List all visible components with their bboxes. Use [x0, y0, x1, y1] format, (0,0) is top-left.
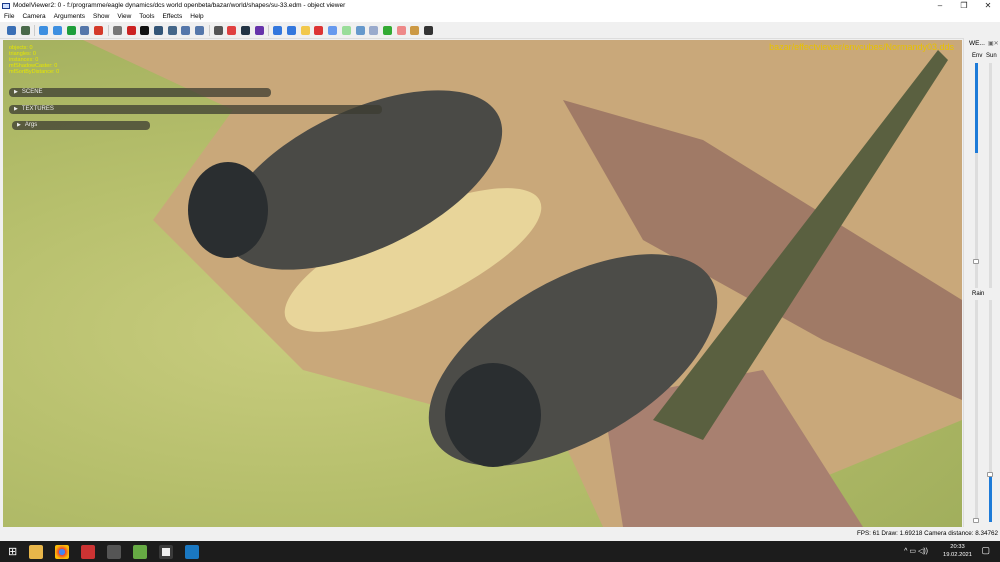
app-icon-dark[interactable]	[107, 544, 122, 559]
rain-slider-thumb[interactable]	[987, 472, 993, 477]
modelviewer-task-icon[interactable]	[159, 544, 174, 559]
menu-view[interactable]: View	[117, 13, 131, 20]
env-slider[interactable]	[975, 63, 978, 288]
crosshair-icon[interactable]	[126, 26, 136, 35]
env-label: Env	[972, 53, 983, 59]
runner-icon[interactable]	[94, 26, 104, 35]
sun-slider[interactable]	[989, 63, 992, 288]
cone-icon[interactable]	[167, 26, 177, 35]
rain-label: Rain	[972, 291, 985, 297]
file-explorer-icon[interactable]	[29, 544, 44, 559]
arrow-right-icon[interactable]	[181, 26, 191, 35]
grid-icon[interactable]	[382, 26, 392, 35]
menu-effects[interactable]: Effects	[162, 13, 182, 20]
target-icon[interactable]	[396, 26, 406, 35]
blue-sphere-icon[interactable]	[328, 26, 338, 35]
rain-slider-fill	[989, 474, 992, 522]
stat-sort-by-distance: mfSortByDistance: 0	[9, 69, 60, 75]
black-square-icon[interactable]	[140, 26, 150, 35]
float-button[interactable]: ▣✕	[988, 40, 999, 47]
cube-icon[interactable]	[314, 26, 324, 35]
funnel-icon[interactable]	[153, 26, 163, 35]
person-icon[interactable]	[410, 26, 420, 35]
rain-slider-left[interactable]	[975, 300, 978, 522]
rgb-icon[interactable]	[227, 26, 237, 35]
dot-icon[interactable]	[287, 26, 297, 35]
rain-slider-left-thumb[interactable]	[973, 518, 979, 523]
panel-title: WE...	[969, 40, 985, 47]
rotate-icon[interactable]	[53, 26, 63, 35]
menu-camera[interactable]: Camera	[22, 13, 45, 20]
arrows-icon[interactable]	[423, 26, 433, 35]
textures-panel[interactable]: ▶ TEXTURES	[9, 105, 382, 114]
clock[interactable]: 20:33 19.02.2021	[943, 543, 972, 559]
toolbar	[0, 23, 1000, 39]
env-slider-fill	[975, 63, 978, 153]
system-tray-icons[interactable]: ^ ▭ ◁))	[904, 547, 928, 555]
save-icon[interactable]	[7, 26, 16, 35]
app-icon	[2, 2, 10, 9]
sun-label: Sun	[986, 53, 997, 59]
clock-date: 19.02.2021	[942, 552, 972, 558]
status-bar: FPS: 61 Draw: 1.69218 Camera distance: 8…	[0, 527, 1000, 541]
minimize-button[interactable]: –	[928, 0, 952, 11]
env-texture-path: bazar/effectviewer/envcubes/Normandy03.d…	[769, 42, 954, 52]
window-title: ModelViewer2: 0 - f:/programme/eagle dyn…	[13, 2, 346, 9]
expand-icon: ▶	[14, 106, 18, 112]
menu-show[interactable]: Show	[93, 13, 109, 20]
mail-icon[interactable]	[81, 544, 96, 559]
toolbar-separator	[268, 25, 270, 36]
bar-chart-icon[interactable]	[273, 26, 283, 35]
env-slider-thumb[interactable]	[973, 259, 979, 264]
arrow-left-icon[interactable]	[194, 26, 204, 35]
panel-label: SCENE	[21, 89, 43, 95]
menu-file[interactable]: File	[4, 13, 14, 20]
green-sphere-icon[interactable]	[341, 26, 351, 35]
nozzle-opening-right	[445, 363, 541, 467]
weather-panel: WE... ▣✕ Env Sun Rain	[963, 38, 1000, 527]
taskbar: ⊞ ^ ▭ ◁)) 20:33 19.02.2021 ▢	[0, 541, 1000, 562]
status-text: FPS: 61 Draw: 1.69218 Camera distance: 8…	[856, 530, 998, 537]
monitor-icon[interactable]	[241, 26, 250, 35]
toolbar-separator	[107, 25, 109, 36]
app-icon-blue[interactable]	[185, 544, 200, 559]
undo-icon[interactable]	[254, 26, 264, 35]
expand-icon: ▶	[14, 89, 18, 95]
panel-label: Args	[24, 122, 38, 128]
chrome-icon[interactable]	[55, 544, 70, 559]
tree-icon[interactable]	[355, 26, 365, 35]
clock-time: 20:33	[950, 544, 965, 550]
toolbar-separator	[34, 25, 36, 36]
app-icon-green[interactable]	[133, 544, 148, 559]
portrait-icon[interactable]	[213, 26, 223, 35]
3d-viewport[interactable]: objects: 0 triangles: 0 instances: 0 mfS…	[3, 40, 962, 527]
refresh-icon[interactable]	[66, 26, 76, 35]
maximize-button[interactable]: ❐	[952, 0, 976, 11]
image-icon[interactable]	[80, 26, 90, 35]
expand-icon: ▶	[17, 122, 21, 128]
folder-icon[interactable]	[300, 26, 310, 35]
bug-icon[interactable]	[112, 26, 122, 35]
close-button[interactable]: ✕	[976, 0, 1000, 11]
menu-tools[interactable]: Tools	[139, 13, 154, 20]
scene-panel[interactable]: ▶ SCENE	[9, 88, 271, 97]
panel-label: TEXTURES	[21, 106, 54, 112]
menu-help[interactable]: Help	[190, 13, 203, 20]
notification-icon[interactable]: ▢	[981, 545, 990, 556]
list-icon[interactable]	[369, 26, 379, 35]
nozzle-opening-left	[188, 162, 268, 258]
menu-arguments[interactable]: Arguments	[54, 13, 85, 20]
args-panel[interactable]: ▶ Args	[12, 121, 150, 130]
render-stats: objects: 0 triangles: 0 instances: 0 mfS…	[9, 45, 59, 75]
menu-bar: File Camera Arguments Show View Tools Ef…	[0, 11, 1000, 22]
sphere-icon[interactable]	[39, 26, 49, 35]
windows-start-icon[interactable]: ⊞	[8, 545, 17, 558]
title-bar: ModelViewer2: 0 - f:/programme/eagle dyn…	[0, 0, 1000, 11]
rain-slider[interactable]	[989, 300, 992, 522]
user-icon[interactable]	[20, 26, 30, 35]
toolbar-separator	[208, 25, 210, 36]
